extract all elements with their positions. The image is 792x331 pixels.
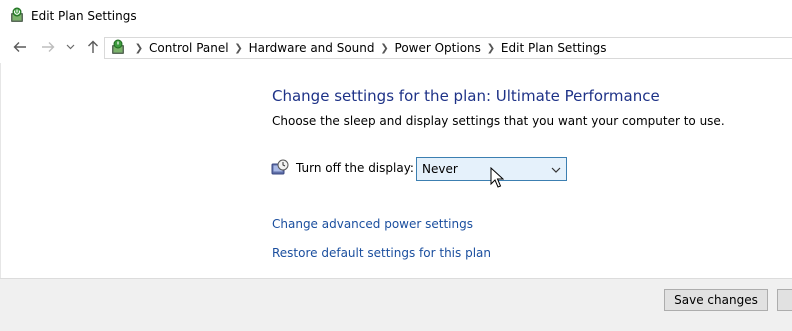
chevron-right-icon: ❯ bbox=[134, 42, 144, 54]
title-bar: Edit Plan Settings bbox=[0, 0, 792, 32]
footer-bar: Save changes bbox=[0, 279, 792, 331]
restore-default-settings-link[interactable]: Restore default settings for this plan bbox=[272, 246, 491, 260]
breadcrumb-edit-plan-settings[interactable]: Edit Plan Settings bbox=[499, 41, 609, 55]
mouse-cursor-icon bbox=[490, 166, 505, 189]
chevron-down-icon bbox=[551, 164, 561, 174]
left-divider bbox=[0, 63, 1, 279]
page-description: Choose the sleep and display settings th… bbox=[272, 114, 725, 128]
chevron-right-icon[interactable]: ❯ bbox=[484, 43, 498, 54]
back-button[interactable] bbox=[11, 38, 29, 56]
address-bar[interactable]: ❯ Control Panel ❯ Hardware and Sound ❯ P… bbox=[104, 37, 792, 59]
turn-off-display-value: Never bbox=[422, 162, 458, 176]
chevron-right-icon[interactable]: ❯ bbox=[378, 43, 392, 54]
chevron-right-icon[interactable]: ❯ bbox=[232, 43, 246, 54]
power-options-icon bbox=[8, 7, 26, 25]
breadcrumb-hardware-and-sound[interactable]: Hardware and Sound bbox=[247, 41, 377, 55]
arrow-left-icon bbox=[13, 42, 26, 52]
navigation-bar: ❯ Control Panel ❯ Hardware and Sound ❯ P… bbox=[0, 32, 792, 63]
control-panel-icon bbox=[109, 39, 127, 57]
page-title: Change settings for the plan: Ultimate P… bbox=[272, 87, 660, 105]
chevron-down-icon bbox=[66, 44, 74, 50]
forward-button[interactable] bbox=[39, 38, 57, 56]
arrow-up-icon bbox=[88, 40, 98, 53]
breadcrumb-power-options[interactable]: Power Options bbox=[393, 41, 483, 55]
cancel-button[interactable] bbox=[777, 289, 792, 311]
turn-off-display-label: Turn off the display: bbox=[296, 161, 414, 175]
recent-locations-button[interactable] bbox=[64, 38, 76, 56]
edit-plan-settings-window: Edit Plan Settings ❯ Control Panel ❯ Har… bbox=[0, 0, 792, 331]
change-advanced-power-settings-link[interactable]: Change advanced power settings bbox=[272, 217, 473, 231]
monitor-clock-icon bbox=[271, 159, 289, 177]
breadcrumb-control-panel[interactable]: Control Panel bbox=[147, 41, 231, 55]
window-title: Edit Plan Settings bbox=[31, 9, 137, 23]
breadcrumb: ❯ Control Panel ❯ Hardware and Sound ❯ P… bbox=[131, 38, 609, 58]
arrow-right-icon bbox=[42, 42, 55, 52]
save-changes-button[interactable]: Save changes bbox=[664, 289, 768, 311]
up-button[interactable] bbox=[84, 38, 102, 56]
